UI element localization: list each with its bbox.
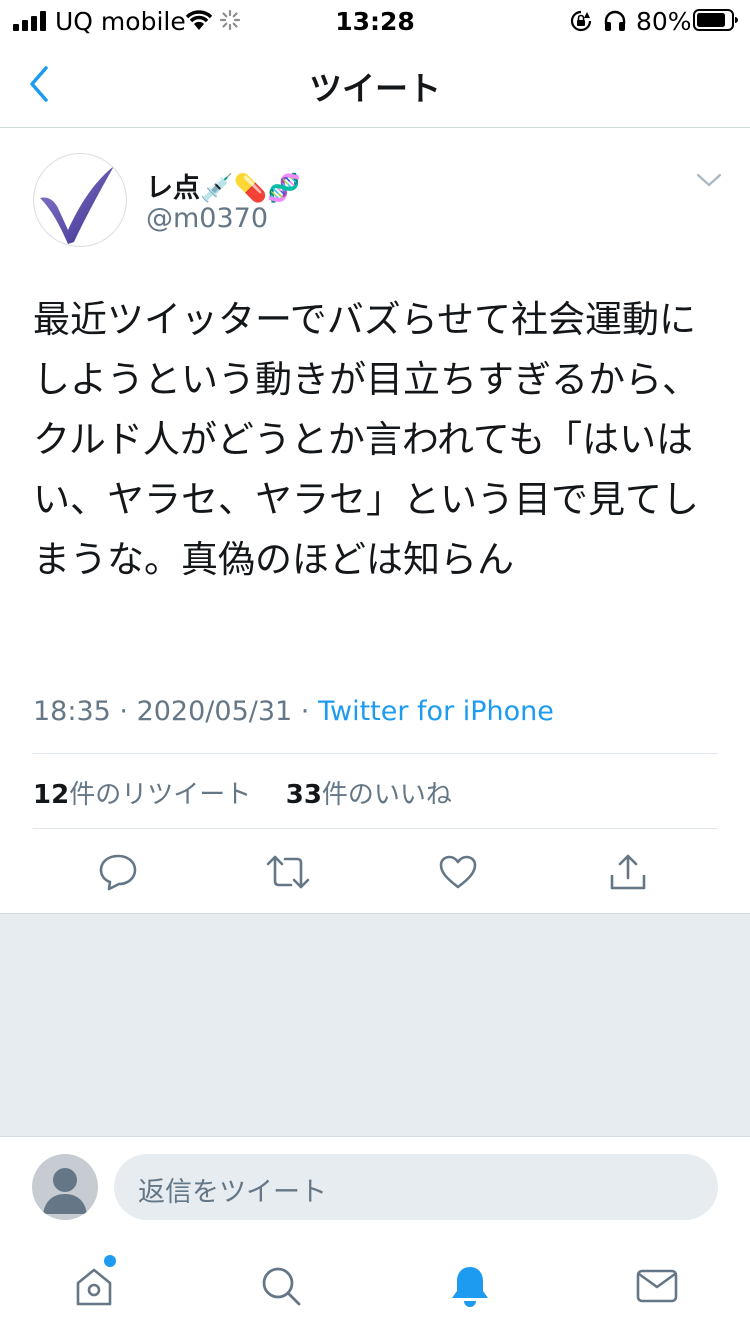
meta-dot: ·: [300, 696, 318, 727]
current-user-avatar[interactable]: [32, 1154, 98, 1220]
share-button[interactable]: [604, 848, 652, 896]
tab-messages[interactable]: [629, 1258, 685, 1314]
likes-stat[interactable]: 33件のいいね: [286, 780, 452, 810]
tab-home[interactable]: [66, 1258, 122, 1314]
mail-icon: [636, 1269, 678, 1303]
likes-label: 件のいいね: [321, 780, 452, 810]
default-avatar-icon: [43, 1168, 87, 1214]
author-handle[interactable]: @m0370: [146, 203, 268, 234]
heart-icon: [439, 855, 477, 889]
retweets-count: 12: [33, 780, 70, 810]
divider: [33, 753, 718, 754]
battery-icon: [693, 9, 738, 31]
tweet-text: 最近ツイッターでバズらせて社会運動にしようという動きが目立ちすぎるから、クルド人…: [33, 298, 699, 581]
like-button[interactable]: [434, 848, 482, 896]
share-icon: [610, 854, 646, 890]
nav-divider: [0, 127, 750, 128]
tab-search[interactable]: [253, 1258, 309, 1314]
retweets-stat[interactable]: 12件のリツイート: [33, 780, 251, 810]
tweet-time: 18:35: [33, 696, 111, 727]
headphones-icon: [604, 10, 626, 31]
home-notification-dot: [104, 1255, 116, 1267]
retweet-button[interactable]: [264, 848, 312, 896]
home-icon: [76, 1268, 112, 1306]
author-display-name[interactable]: レ点💉💊🧬: [146, 166, 301, 205]
search-icon: [262, 1267, 301, 1306]
checkmark-logo-icon: [40, 166, 114, 244]
battery-percentage: 80%: [636, 7, 692, 36]
meta-dot: ·: [119, 696, 137, 727]
reply-button[interactable]: [94, 848, 142, 896]
reply-icon: [99, 854, 137, 891]
reply-placeholder: 返信をツイート: [138, 1177, 327, 1208]
retweet-icon: [266, 855, 310, 889]
tweet-timestamp: 18:35 · 2020/05/31 · Twitter for iPhone: [33, 696, 554, 727]
chevron-down-icon[interactable]: [696, 172, 722, 188]
bell-icon: [452, 1267, 488, 1307]
retweets-label: 件のリツイート: [69, 780, 252, 810]
replies-area: [0, 913, 750, 1137]
page-title: ツイート: [309, 69, 441, 108]
likes-count: 33: [285, 780, 322, 810]
tweet-stats: 12件のリツイート 33件のいいね: [33, 774, 452, 811]
tweet-source-link[interactable]: Twitter for iPhone: [318, 696, 554, 727]
tweet-date: 2020/05/31: [136, 696, 293, 727]
divider: [33, 828, 718, 829]
orientation-lock-icon: [570, 10, 592, 32]
author-avatar[interactable]: [33, 153, 127, 247]
status-bar: UQ mobile 13:28 80%: [0, 0, 750, 42]
tab-notifications[interactable]: [442, 1258, 498, 1314]
